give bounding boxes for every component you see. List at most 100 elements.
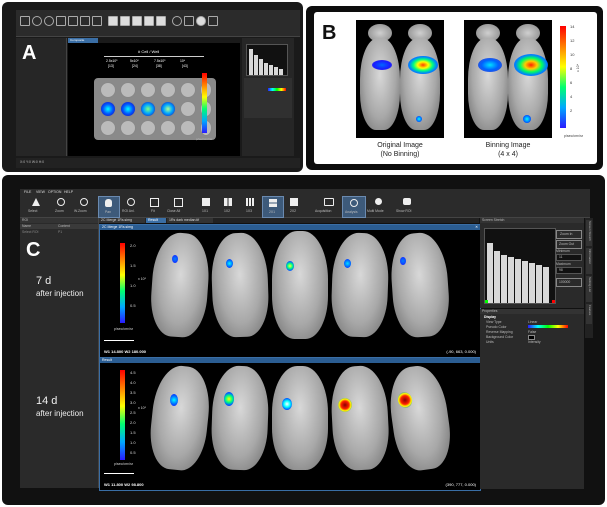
side-tab-feature[interactable]: Feature	[586, 304, 592, 324]
show-roi-tool[interactable]: Show ROI	[394, 197, 420, 215]
zoom-in-button[interactable]: Zoom In	[556, 230, 582, 239]
row2-tick: 0.5	[130, 450, 136, 455]
layout-2x1-icon[interactable]	[144, 16, 154, 26]
roi-row-content: P1	[58, 230, 63, 234]
maximum-label: Maximum	[556, 262, 571, 266]
row1-close-icon[interactable]: ✕	[475, 225, 478, 229]
row2-sublabel: after injection	[36, 409, 84, 418]
select-tool[interactable]: Select	[24, 197, 48, 215]
zoom-label: Zoom	[55, 209, 64, 213]
close-all-icon[interactable]	[92, 16, 102, 26]
multi-mode-tool[interactable]: Multi Mode	[366, 197, 392, 215]
layout-2x1-label: 2X1	[269, 210, 276, 214]
menu-file[interactable]: FILE	[24, 190, 31, 194]
panel-a-prop-gradient	[268, 88, 286, 91]
hand-icon	[105, 199, 112, 207]
well-header-u1: [13]	[108, 64, 114, 68]
acquisition-icon[interactable]	[172, 16, 182, 26]
wzoom-tool[interactable]: W.Zoom	[72, 197, 96, 215]
layout-2x2-icon[interactable]	[156, 16, 166, 26]
signal-blob	[416, 116, 422, 122]
show-roi-icon[interactable]	[208, 16, 218, 26]
signal-blob	[514, 54, 548, 76]
layout-2x2-tool[interactable]: 2X2	[284, 197, 304, 215]
layout-1x1-tool[interactable]: 1X1	[196, 197, 216, 215]
multi-mode-label: Multi Mode	[367, 209, 384, 213]
close-all-tool[interactable]: Close All	[166, 197, 190, 215]
row2-tick: 4.0	[130, 380, 136, 385]
tab-merge[interactable]: 2C Merge 1Rs.simg	[99, 218, 145, 223]
layout-2x1-icon	[269, 199, 277, 207]
panel-a-histogram	[246, 44, 288, 76]
layout-1x2-icon[interactable]	[120, 16, 130, 26]
stretch-max-handle[interactable]	[552, 300, 555, 303]
mouse-body	[210, 365, 270, 471]
acquisition-tool[interactable]: Acquisition	[314, 197, 342, 215]
panel-b-colorbar-unit: p/sec/cm²/sr	[564, 134, 584, 138]
layout-2x2-icon	[289, 197, 299, 207]
prop-reverse-value[interactable]: False	[528, 330, 536, 334]
prop-view-type-label: View Type	[486, 320, 502, 324]
zoom-icon[interactable]	[32, 16, 42, 26]
layout-1x1-icon[interactable]	[108, 16, 118, 26]
roi-icon[interactable]	[68, 16, 78, 26]
roi-table-row[interactable]: Select ROI P1	[20, 230, 98, 235]
layout-2x1-tool[interactable]: 2X1	[262, 196, 284, 218]
properties-panel: Properties Display View Type Linear Pseu…	[480, 309, 584, 489]
menu-view[interactable]: VIEW	[36, 190, 45, 194]
fit-tool[interactable]: Fit	[144, 197, 164, 215]
fit-icon[interactable]	[80, 16, 90, 26]
document-tabs: 2C Merge 1Rs.simg Result 1Rs dark median…	[99, 218, 479, 223]
stretch-min-handle[interactable]	[485, 300, 488, 303]
side-tab-information[interactable]: Information	[586, 248, 592, 274]
analysis-tool[interactable]: Analysis	[342, 196, 366, 218]
prop-view-type-value[interactable]: Linear	[528, 320, 537, 324]
properties-header: Properties	[480, 309, 584, 314]
prop-units-value[interactable]: Intensity	[528, 340, 541, 344]
select-icon[interactable]	[20, 16, 30, 26]
panel-b-tick: 4	[570, 94, 573, 99]
menu-option[interactable]: OPTION	[48, 190, 61, 194]
panel-a: A Composite # Cell / Well 2.5x10⁵ 5x10⁵ …	[2, 2, 303, 172]
pan-tool[interactable]: Pan	[98, 196, 120, 218]
wzoom-icon[interactable]	[44, 16, 54, 26]
maximum-field[interactable]: 98	[556, 267, 582, 274]
signal-blob	[344, 259, 351, 268]
mouse-body	[146, 363, 214, 473]
signal-blob	[478, 58, 502, 72]
multi-mode-icon[interactable]	[196, 16, 206, 26]
layout-1x2-label: 1X2	[224, 209, 231, 213]
row1-tick: 0.5	[130, 303, 136, 308]
layout-1x2-tool[interactable]: 1X2	[218, 197, 238, 215]
properties-title: Properties	[482, 309, 498, 313]
side-tab-screen-stretch[interactable]: Screen Stretch	[586, 220, 592, 246]
signal-blob	[226, 259, 233, 268]
preset-field[interactable]: 100000	[556, 278, 582, 287]
zoom-out-button[interactable]: Zoom Out	[556, 240, 582, 249]
hist-bar	[279, 69, 283, 75]
panel-a-right-panel	[242, 38, 294, 156]
row2-coords: (390, 777, 0.000)	[445, 482, 476, 487]
signal-blob	[408, 56, 438, 74]
layout-1x3-label: 1X3	[246, 209, 253, 213]
pan-icon[interactable]	[56, 16, 66, 26]
side-tab-setting-list[interactable]: Setting List	[586, 276, 592, 302]
minimum-field[interactable]: 11	[556, 254, 582, 261]
row2-tick: 3.5	[130, 390, 136, 395]
pseudo-color-swatch[interactable]	[528, 325, 568, 328]
layout-1x3-tool[interactable]: 1X3	[240, 197, 260, 215]
signal-blob	[172, 255, 178, 263]
menu-help[interactable]: HELP	[64, 190, 73, 194]
side-tab-setting-list-label: Setting List	[588, 277, 592, 292]
signal-well	[140, 101, 156, 117]
tab-result[interactable]: Result	[146, 218, 166, 223]
hist-bar	[249, 49, 253, 75]
row1-title: 2C Merge 1Rs.simg	[102, 225, 133, 229]
minimum-value: 11	[559, 255, 563, 259]
layout-1x3-icon[interactable]	[132, 16, 142, 26]
analysis-icon[interactable]	[184, 16, 194, 26]
roi-anl-tool[interactable]: ROI Anl.	[120, 197, 142, 215]
roi-icon	[127, 198, 135, 206]
zoom-tool[interactable]: Zoom	[50, 197, 72, 215]
tab-dark-median[interactable]: 1Rs dark median.tif	[167, 218, 213, 223]
